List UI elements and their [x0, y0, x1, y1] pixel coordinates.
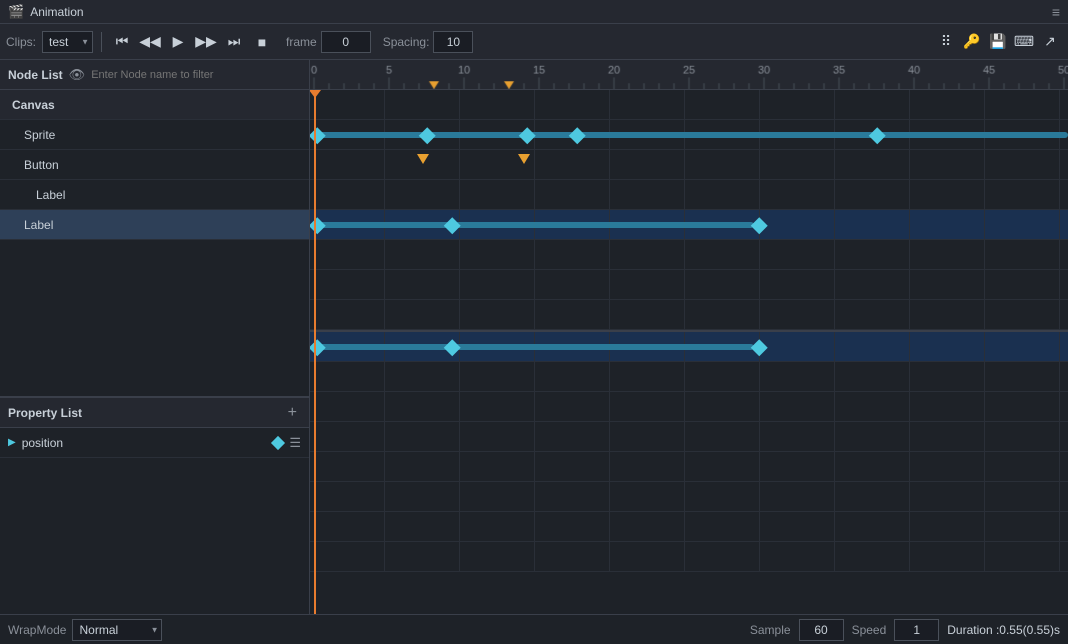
frame-input[interactable]: [321, 31, 371, 53]
skip-start-button[interactable]: ⏮: [110, 30, 134, 54]
step-back-button[interactable]: ◀◀: [138, 30, 162, 54]
track-row-empty-1: [310, 240, 1068, 270]
track-bg-empty-3: [310, 300, 1068, 329]
marker-1: [422, 154, 434, 164]
main-area: Node List 👁 Canvas Sprite Button Label L…: [0, 60, 1068, 614]
erase-button[interactable]: ⌨: [1012, 30, 1036, 54]
status-right: Sample Speed Duration :0.55(0.55)s: [750, 619, 1060, 641]
clips-select-wrapper: test idle walk: [42, 31, 93, 53]
track-row-prop-empty-6: [310, 512, 1068, 542]
status-bar: WrapMode Normal Loop Ping-Pong Once Samp…: [0, 614, 1068, 644]
spacing-label: Spacing:: [383, 35, 430, 49]
track-bar-label: [314, 222, 754, 228]
prop-expand-icon: ▶: [8, 437, 16, 448]
frame-label: frame: [286, 35, 317, 49]
prop-list-icon[interactable]: ☰: [289, 435, 301, 451]
menu-icon[interactable]: ≡: [1052, 4, 1060, 20]
property-list-empty-space: [0, 458, 309, 614]
save-button[interactable]: 💾: [986, 30, 1010, 54]
animation-icon: 🎬: [8, 4, 24, 20]
stop-button[interactable]: ■: [250, 30, 274, 54]
track-row-property-position: [310, 332, 1068, 362]
node-list-header: Node List 👁: [0, 60, 309, 90]
step-forward-button[interactable]: ▶▶: [194, 30, 218, 54]
toolbar-separator-1: [101, 32, 102, 52]
track-row-sprite: [310, 120, 1068, 150]
timeline-tracks[interactable]: [310, 90, 1068, 614]
node-label-label-sub: Label: [36, 188, 65, 202]
track-row-prop-empty-2: [310, 392, 1068, 422]
track-bg-empty-1: [310, 240, 1068, 269]
property-item-position[interactable]: ▶ position ☰: [0, 428, 309, 458]
track-row-label: [310, 210, 1068, 240]
node-label-button: Button: [24, 158, 59, 172]
dots-grid-button[interactable]: ⠿: [934, 30, 958, 54]
track-row-prop-empty-3: [310, 422, 1068, 452]
track-row-prop-empty-4: [310, 452, 1068, 482]
play-button[interactable]: ▶: [166, 30, 190, 54]
clips-select[interactable]: test idle walk: [42, 31, 93, 53]
speed-input[interactable]: [894, 619, 939, 641]
node-label-canvas: Canvas: [12, 98, 55, 112]
track-row-empty-2: [310, 270, 1068, 300]
add-property-button[interactable]: +: [284, 404, 301, 422]
node-item-canvas[interactable]: Canvas: [0, 90, 309, 120]
clips-label: Clips:: [6, 35, 36, 49]
wrapmode-select-wrapper: Normal Loop Ping-Pong Once: [72, 619, 162, 641]
node-filter-input[interactable]: [91, 69, 301, 81]
node-label-sprite: Sprite: [24, 128, 55, 142]
track-row-canvas: [310, 90, 1068, 120]
wrapmode-select[interactable]: Normal Loop Ping-Pong Once: [72, 619, 162, 641]
track-row-empty-3: [310, 300, 1068, 330]
property-items: ▶ position ☰: [0, 428, 309, 458]
toolbar: Clips: test idle walk ⏮ ◀◀ ▶ ▶▶ ⏭ ■ fram…: [0, 24, 1068, 60]
prop-name-position: position: [22, 436, 63, 450]
marker-triangle-2: [518, 154, 530, 164]
ruler-canvas: [310, 60, 1068, 89]
track-row-prop-empty-1: [310, 362, 1068, 392]
node-item-label[interactable]: Label: [0, 210, 309, 240]
track-row-prop-empty-7: [310, 542, 1068, 572]
title-bar: 🎬 Animation ≡: [0, 0, 1068, 24]
toolbar-right-buttons: ⠿ 🔑 💾 ⌨ ↗: [934, 30, 1062, 54]
duration-text: Duration :0.55(0.55)s: [947, 623, 1060, 637]
marker-triangle-1: [417, 154, 429, 164]
node-list-title: Node List: [8, 68, 63, 82]
key-button[interactable]: 🔑: [960, 30, 984, 54]
spacing-input[interactable]: [433, 31, 473, 53]
speed-label: Speed: [852, 623, 887, 637]
timeline-ruler: [310, 60, 1068, 90]
track-bg-canvas: [310, 90, 1068, 119]
track-row-prop-empty-5: [310, 482, 1068, 512]
property-list-title: Property List: [8, 406, 284, 420]
track-bg-label-sub: [310, 180, 1068, 209]
track-bg-empty-2: [310, 270, 1068, 299]
marker-2: [523, 154, 535, 164]
skip-end-button[interactable]: ⏭: [222, 30, 246, 54]
wrapmode-label: WrapMode: [8, 623, 66, 637]
track-bar-property: [314, 344, 754, 350]
timeline-area: [310, 60, 1068, 614]
node-list-spacer: [0, 240, 309, 398]
prop-keyframe-diamond[interactable]: [271, 435, 285, 449]
node-label-label: Label: [24, 218, 53, 232]
property-list-header: Property List +: [0, 398, 309, 428]
node-list-items: Canvas Sprite Button Label Label: [0, 90, 309, 240]
node-item-button[interactable]: Button: [0, 150, 309, 180]
track-row-label-sub: [310, 180, 1068, 210]
export-button[interactable]: ↗: [1038, 30, 1062, 54]
node-item-label-sub[interactable]: Label: [0, 180, 309, 210]
visibility-toggle-icon[interactable]: 👁: [69, 67, 86, 83]
sample-label: Sample: [750, 623, 791, 637]
title-text: Animation: [30, 5, 83, 19]
sample-input[interactable]: [799, 619, 844, 641]
left-panel: Node List 👁 Canvas Sprite Button Label L…: [0, 60, 310, 614]
node-item-sprite[interactable]: Sprite: [0, 120, 309, 150]
